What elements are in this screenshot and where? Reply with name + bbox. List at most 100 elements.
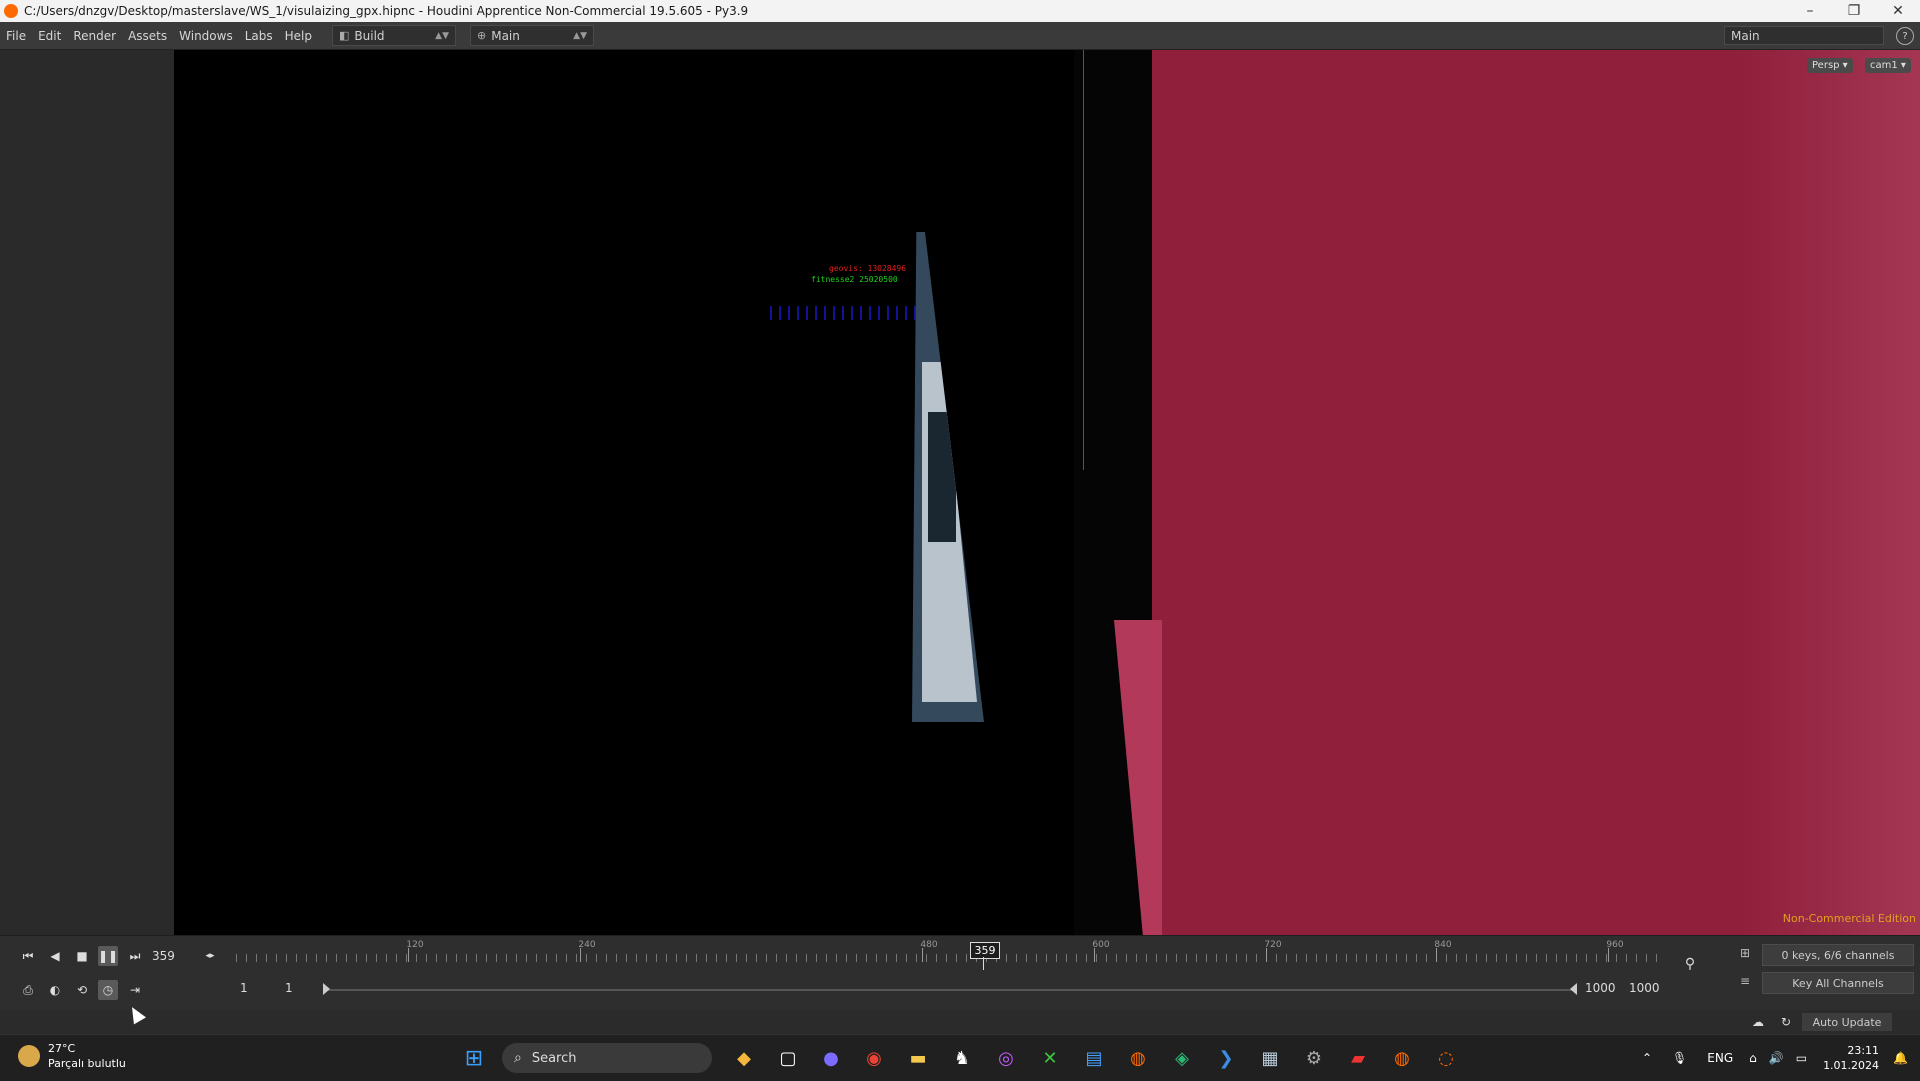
close-button[interactable]: ✕ xyxy=(1876,0,1920,22)
frame-cursor[interactable]: 359 xyxy=(970,942,1000,959)
search-label: Search xyxy=(531,1050,577,1066)
title-bar: C:/Users/dnzgv/Desktop/masterslave/WS_1/… xyxy=(0,0,1920,22)
desktop-icon: ◧ xyxy=(339,29,350,42)
loop-icon[interactable]: ⟲ xyxy=(72,980,92,1000)
ruler-major-tick xyxy=(1436,948,1437,962)
desktop-selector[interactable]: ◧ Build ▲▼ xyxy=(332,25,456,46)
ruler-label: 480 xyxy=(920,940,938,950)
playbar: ⏮ ◀ ■ ❚❚ ⏭ 359 ◂▸ 120 240 480 600 720 84… xyxy=(0,935,1920,1011)
tray-overflow-icon[interactable]: ⌃ xyxy=(1642,1051,1652,1065)
language-indicator[interactable]: ENG xyxy=(1707,1051,1733,1065)
widgets-icon[interactable]: ◆ xyxy=(730,1044,758,1072)
range-end-field[interactable]: 1000 xyxy=(1585,981,1616,995)
range-slider[interactable] xyxy=(325,989,1575,991)
network-icon[interactable]: ⌂ xyxy=(1749,1051,1757,1065)
weather-widget[interactable]: 27°C Parçalı bulutlu xyxy=(18,1041,126,1071)
ruler-ticks xyxy=(236,954,1666,962)
acrobat-icon[interactable]: ▰ xyxy=(1344,1044,1372,1072)
houdini-active-icon[interactable]: ◍ xyxy=(1388,1044,1416,1072)
settings-icon[interactable]: ⚙ xyxy=(1300,1044,1328,1072)
clock[interactable]: 23:11 1.01.2024 xyxy=(1823,1043,1879,1073)
weather-icon xyxy=(18,1045,40,1067)
step-icon[interactable]: ⇥ xyxy=(125,980,145,1000)
system-tray: ⌃ 🎙 ENG ⌂ 🔊 ▭ 23:11 1.01.2024 🔔 xyxy=(1632,1035,1920,1081)
play-reverse-icon[interactable]: ◀ xyxy=(45,946,65,966)
updown-arrows-icon: ▲▼ xyxy=(435,30,449,41)
notepad-icon[interactable]: ▤ xyxy=(1080,1044,1108,1072)
xbox-icon[interactable]: ✕ xyxy=(1036,1044,1064,1072)
vscode-icon[interactable]: ❯ xyxy=(1212,1044,1240,1072)
menu-windows[interactable]: Windows xyxy=(173,29,239,43)
realtime-icon[interactable]: ◐ xyxy=(45,980,65,1000)
ruler-label: 720 xyxy=(1264,940,1282,950)
menu-file[interactable]: File xyxy=(0,29,32,43)
point-markers xyxy=(770,306,920,320)
git-icon[interactable]: ◈ xyxy=(1168,1044,1196,1072)
range-start-field-2[interactable]: 1 xyxy=(285,981,293,995)
houdini-taskbar-icon[interactable]: ◍ xyxy=(1124,1044,1152,1072)
vertical-edge-line xyxy=(1083,50,1084,470)
channel-list-icon[interactable]: ⊞ xyxy=(1736,944,1754,962)
image-viewer-icon[interactable]: ▦ xyxy=(1256,1044,1284,1072)
notification-bell-icon[interactable]: 🔔 xyxy=(1893,1051,1908,1065)
ruler-major-tick xyxy=(408,948,409,962)
view-persp-menu[interactable]: Persp ▾ xyxy=(1807,58,1853,73)
menu-help[interactable]: Help xyxy=(279,29,318,43)
chrome-icon[interactable]: ◉ xyxy=(860,1044,888,1072)
updown-arrows-icon: ▲▼ xyxy=(573,30,587,41)
task-view-icon[interactable]: ▢ xyxy=(774,1044,802,1072)
houdini-launcher-icon[interactable]: ◌ xyxy=(1432,1044,1460,1072)
pane-desktop-label: Main xyxy=(1731,28,1760,43)
pause-icon[interactable]: ❚❚ xyxy=(98,946,118,966)
taskbar-search[interactable]: ⌕ Search xyxy=(502,1043,712,1073)
menu-render[interactable]: Render xyxy=(67,29,122,43)
battery-icon[interactable]: ▭ xyxy=(1796,1051,1807,1065)
current-frame-field[interactable]: 359 xyxy=(152,947,198,965)
status-bar: ☁ ↻ Auto Update xyxy=(0,1010,1920,1034)
menu-assets[interactable]: Assets xyxy=(122,29,173,43)
stop-icon[interactable]: ■ xyxy=(72,946,92,966)
audio-icon[interactable]: ⎙ xyxy=(18,980,38,1000)
cloud-icon[interactable]: ☁ xyxy=(1748,1012,1768,1032)
key-icon[interactable]: ⚲ xyxy=(1680,954,1700,974)
step-back-icon[interactable]: ◂▸ xyxy=(200,946,220,966)
inkscape-icon[interactable]: ♞ xyxy=(948,1044,976,1072)
pane-desktop-selector[interactable]: Main xyxy=(1724,26,1884,45)
ruler-major-tick xyxy=(922,948,923,962)
file-explorer-icon[interactable]: ▬ xyxy=(904,1044,932,1072)
ruler-label: 120 xyxy=(406,940,424,950)
menu-edit[interactable]: Edit xyxy=(32,29,67,43)
jump-end-icon[interactable]: ⏭ xyxy=(125,946,145,966)
workspace-selector[interactable]: ⊕ Main ▲▼ xyxy=(470,25,594,46)
window-pane xyxy=(928,412,956,542)
jump-start-icon[interactable]: ⏮ xyxy=(18,946,38,966)
app-icon-purple[interactable]: ◎ xyxy=(992,1044,1020,1072)
red-geometry-surface xyxy=(1152,50,1920,935)
teams-icon[interactable]: ● xyxy=(817,1044,845,1072)
microphone-icon[interactable]: 🎙 xyxy=(1672,1051,1687,1065)
timeline-ruler[interactable]: 120 240 480 600 720 840 960 359 xyxy=(236,940,1666,970)
auto-update-button[interactable]: Auto Update xyxy=(1802,1013,1892,1031)
desktop-label: Build xyxy=(354,28,385,43)
left-shelf-panel xyxy=(0,50,175,935)
maximize-button[interactable]: ❐ xyxy=(1832,0,1876,22)
ruler-label: 960 xyxy=(1606,940,1624,950)
range-start-field[interactable]: 1 xyxy=(240,981,248,995)
minimize-button[interactable]: – xyxy=(1788,0,1832,22)
keys-channels-info[interactable]: 0 keys, 6/6 channels xyxy=(1762,944,1914,966)
ruler-major-tick xyxy=(1266,948,1267,962)
range-end-field-2[interactable]: 1000 xyxy=(1629,981,1660,995)
surface-highlight xyxy=(1740,50,1920,935)
scene-viewport[interactable]: geovis: 13028496 fitnesse2 25020500 Pers… xyxy=(174,50,1920,935)
menu-labs[interactable]: Labs xyxy=(239,29,279,43)
refresh-icon[interactable]: ↻ xyxy=(1776,1012,1796,1032)
help-icon[interactable]: ? xyxy=(1896,27,1914,45)
range-handle-left[interactable] xyxy=(323,983,330,995)
hud-label-red: geovis: 13028496 xyxy=(829,264,907,273)
volume-icon[interactable]: 🔊 xyxy=(1769,1051,1784,1065)
building-window-texture xyxy=(912,232,984,722)
camera-menu[interactable]: cam1 ▾ xyxy=(1865,58,1911,73)
timer-icon[interactable]: ◷ xyxy=(98,980,118,1000)
start-icon[interactable]: ⊞ xyxy=(460,1044,488,1072)
range-handle-right[interactable] xyxy=(1570,983,1577,995)
